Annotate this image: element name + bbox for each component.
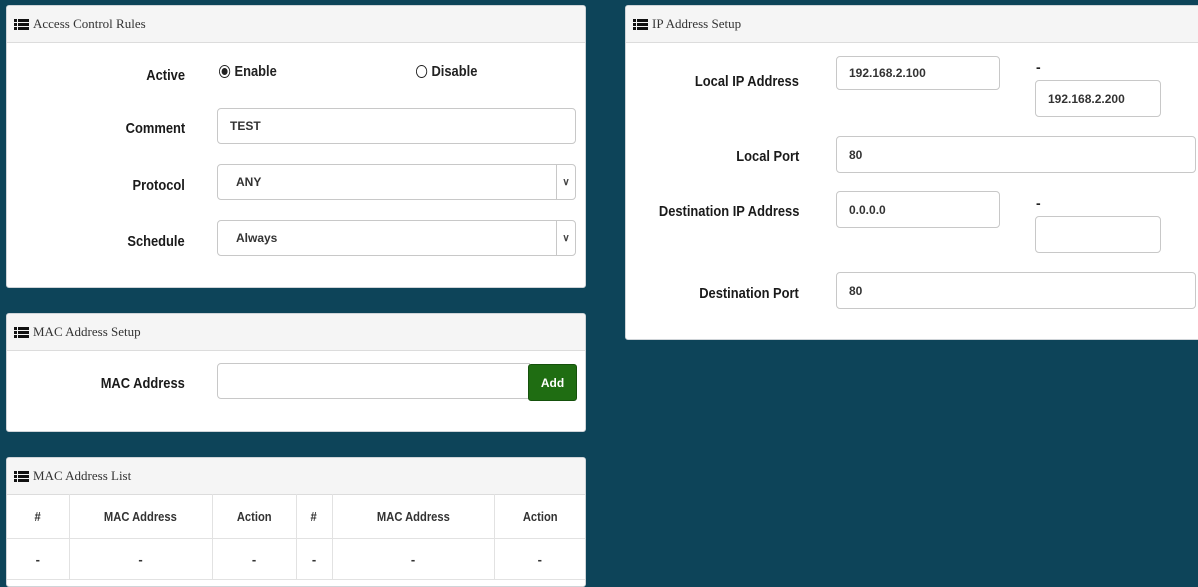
panel-title: MAC Address List [33, 468, 132, 483]
mac-address-setup-panel: MAC Address Setup MAC Address Add [6, 313, 586, 432]
disable-radio-label: Disable [431, 63, 478, 80]
table-cell: - [7, 538, 70, 580]
column-header: # [296, 494, 333, 539]
enable-radio[interactable]: Enable [219, 63, 277, 80]
list-grid-icon [14, 18, 29, 30]
local-ip-label: Local IP Address [695, 73, 799, 90]
comment-label: Comment [125, 120, 185, 137]
table-cell: - [212, 538, 297, 580]
enable-radio-label: Enable [234, 63, 277, 80]
panel-header: Access Control Rules [7, 6, 585, 43]
table-cell: - [296, 538, 333, 580]
panel-title: IP Address Setup [652, 16, 742, 31]
table-row: - - - - - - [7, 538, 585, 580]
panel-title: MAC Address Setup [33, 324, 141, 339]
column-header: MAC Address [69, 494, 213, 539]
panel-header: MAC Address Setup [7, 314, 585, 351]
list-grid-icon [14, 470, 29, 482]
disable-radio[interactable]: Disable [416, 63, 477, 80]
table-cell: - [69, 538, 213, 580]
local-ip-end-input[interactable] [1035, 80, 1161, 117]
active-label: Active [146, 67, 185, 84]
destination-ip-label: Destination IP Address [658, 203, 799, 220]
range-separator: - [1036, 59, 1041, 75]
panel-header: MAC Address List [7, 458, 585, 495]
destination-port-label: Destination Port [699, 285, 799, 302]
list-grid-icon [14, 326, 29, 338]
schedule-label: Schedule [127, 233, 185, 250]
schedule-select-value: Always [236, 231, 278, 245]
chevron-down-icon: ∨ [556, 165, 575, 199]
column-header: # [7, 494, 70, 539]
destination-ip-end-input[interactable] [1035, 216, 1161, 253]
destination-ip-start-input[interactable] [836, 191, 1000, 228]
mac-address-input[interactable] [217, 363, 530, 399]
range-separator: - [1036, 195, 1041, 211]
add-button-label: Add [540, 375, 565, 390]
local-port-input[interactable] [836, 136, 1196, 173]
chevron-down-icon: ∨ [556, 221, 575, 255]
panel-header: IP Address Setup [626, 6, 1198, 43]
local-ip-start-input[interactable] [836, 56, 1000, 90]
protocol-select-value: ANY [236, 175, 262, 189]
column-header: Action [494, 494, 585, 539]
radio-unselected-icon [416, 65, 428, 78]
radio-selected-icon [219, 65, 231, 78]
protocol-label: Protocol [132, 177, 185, 194]
access-control-rules-panel: Access Control Rules Active Enable Disab… [6, 5, 586, 288]
column-header: MAC Address [332, 494, 495, 539]
protocol-select[interactable]: ANY ∨ [217, 164, 576, 200]
comment-input[interactable] [217, 108, 576, 144]
table-cell: - [332, 538, 495, 580]
table-cell: - [494, 538, 585, 580]
table-header-row: # MAC Address Action # MAC Address Actio… [7, 494, 585, 539]
schedule-select[interactable]: Always ∨ [217, 220, 576, 256]
panel-title: Access Control Rules [33, 16, 146, 31]
destination-port-input[interactable] [836, 272, 1196, 309]
mac-address-table: # MAC Address Action # MAC Address Actio… [7, 494, 585, 580]
list-grid-icon [633, 18, 648, 30]
local-port-label: Local Port [735, 148, 799, 165]
mac-address-list-panel: MAC Address List # MAC Address Action # … [6, 457, 586, 587]
column-header: Action [212, 494, 297, 539]
ip-address-setup-panel: IP Address Setup Local IP Address - Loca… [625, 5, 1198, 340]
add-button[interactable]: Add [528, 364, 577, 401]
mac-address-label: MAC Address [100, 375, 185, 392]
